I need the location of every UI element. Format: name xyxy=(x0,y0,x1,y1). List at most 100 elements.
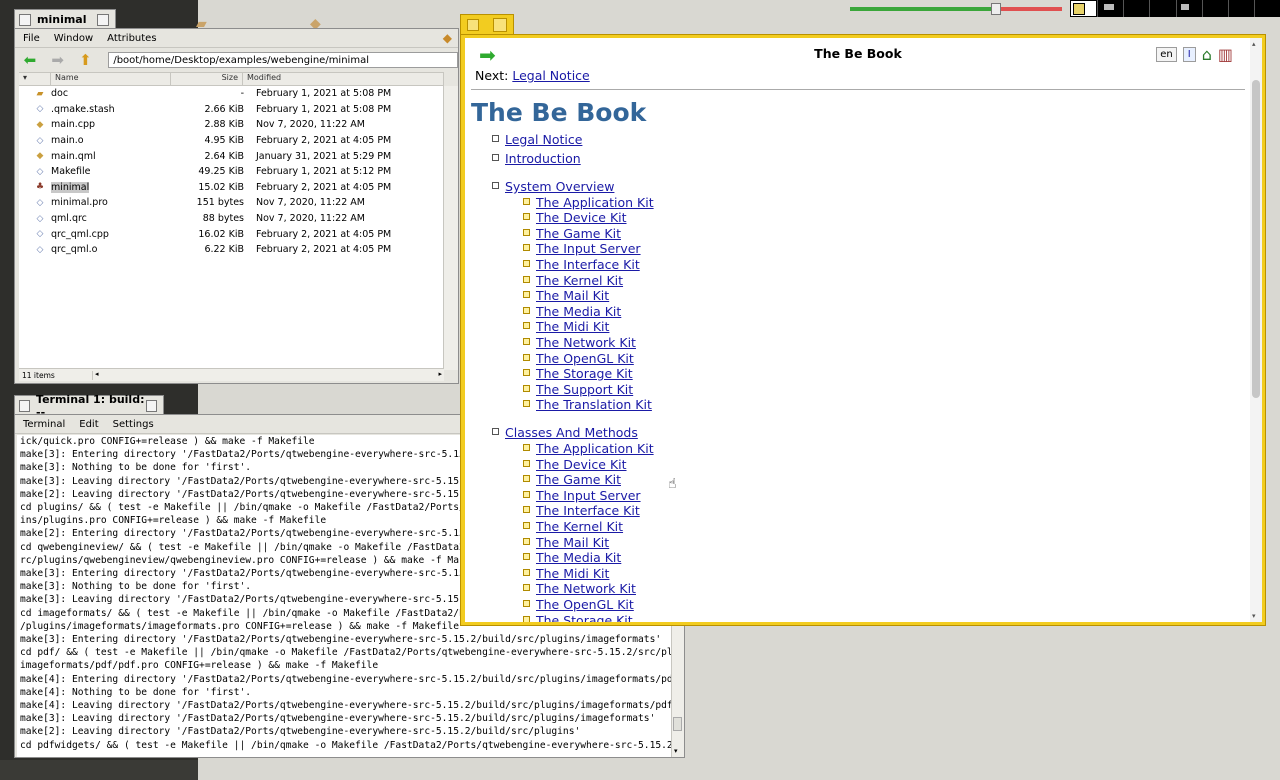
next-label: Next: xyxy=(475,68,509,83)
toc-link[interactable]: System Overview xyxy=(505,179,614,194)
toc-link[interactable]: The OpenGL Kit xyxy=(536,597,634,612)
file-row[interactable]: ♣ minimal 15.02 KiB February 2, 2021 at 4:0… xyxy=(19,180,444,196)
terminal-line: make[3]: Leaving directory '/FastData2/P… xyxy=(20,713,656,725)
toc-link[interactable]: The Application Kit xyxy=(536,441,654,456)
toc-link[interactable]: The Game Kit xyxy=(536,226,621,241)
workspace-switcher[interactable] xyxy=(1070,0,1280,17)
scroll-right-icon[interactable]: ▸ xyxy=(438,370,442,378)
toc-link[interactable]: Introduction xyxy=(505,151,581,166)
index-button[interactable]: I xyxy=(1182,47,1196,62)
column-sort-icon[interactable]: ▾ xyxy=(19,73,51,85)
close-icon[interactable] xyxy=(19,13,31,26)
books-icon[interactable]: ▥ xyxy=(1218,45,1233,64)
scrollbar-thumb[interactable] xyxy=(673,717,682,731)
language-button[interactable]: en xyxy=(1156,47,1177,62)
file-row[interactable]: ◇ qrc_qml.o 6.22 KiB February 2, 2021 at 4:… xyxy=(19,242,444,258)
toc-section: Legal Notice xyxy=(492,132,582,147)
toc-link[interactable]: The Input Server xyxy=(536,241,641,256)
source-file-icon: ◆ xyxy=(36,151,44,162)
file-row[interactable]: ◇ .qmake.stash 2.66 KiB February 1, 2021 at… xyxy=(19,102,444,118)
toc-link[interactable]: The Storage Kit xyxy=(536,366,633,381)
scroll-down-icon[interactable]: ▾ xyxy=(674,747,678,755)
file-name: qrc_qml.o xyxy=(51,244,98,256)
menu-terminal[interactable]: Terminal xyxy=(23,419,65,430)
file-row[interactable]: ◇ Makefile 49.25 KiB February 1, 2021 at 5:… xyxy=(19,164,444,180)
workspace-cell[interactable] xyxy=(1149,0,1176,17)
volume-slider[interactable] xyxy=(850,3,1062,15)
workspace-cell[interactable] xyxy=(1070,0,1098,17)
browser-window-tab[interactable] xyxy=(460,14,514,36)
scrollbar-thumb[interactable] xyxy=(1252,80,1260,398)
scroll-down-icon[interactable]: ▾ xyxy=(1252,612,1256,620)
volume-slider-knob[interactable] xyxy=(991,3,1002,15)
toc-link[interactable]: The Midi Kit xyxy=(536,566,609,581)
back-arrow-icon[interactable]: ⬅ xyxy=(21,51,39,69)
column-modified[interactable]: Modified xyxy=(243,73,444,85)
toc-link[interactable]: The Media Kit xyxy=(536,550,621,565)
workspace-cell[interactable] xyxy=(1175,0,1202,17)
bullet-icon xyxy=(523,490,530,498)
next-link[interactable]: Legal Notice xyxy=(512,68,589,83)
workspace-cell[interactable] xyxy=(1227,0,1254,17)
menu-settings[interactable]: Settings xyxy=(113,419,154,430)
toc-link[interactable]: The Interface Kit xyxy=(536,503,640,518)
tracker-menubar: File Window Attributes ◆ xyxy=(15,29,458,48)
file-row[interactable]: ◇ minimal.pro 151 bytes Nov 7, 2020, 11:22 … xyxy=(19,195,444,211)
forward-arrow-icon[interactable]: ➡ xyxy=(49,51,67,69)
toc-link[interactable]: The Interface Kit xyxy=(536,257,640,272)
zoom-icon[interactable] xyxy=(493,18,507,32)
column-size[interactable]: Size xyxy=(171,73,243,85)
file-row[interactable]: ◇ qrc_qml.cpp 16.02 KiB February 2, 2021 at… xyxy=(19,226,444,242)
toc-link[interactable]: The Device Kit xyxy=(536,457,627,472)
menu-file[interactable]: File xyxy=(23,33,40,44)
toc-link[interactable]: The Network Kit xyxy=(536,335,636,350)
toc-link[interactable]: The Game Kit xyxy=(536,472,621,487)
horizontal-scrollbar[interactable]: ◂ ▸ xyxy=(93,369,444,381)
toc-link[interactable]: The Application Kit xyxy=(536,195,654,210)
menu-window[interactable]: Window xyxy=(54,33,93,44)
toc-link[interactable]: The Input Server xyxy=(536,488,641,503)
toc-link[interactable]: The Device Kit xyxy=(536,210,627,225)
file-icon: ◇ xyxy=(36,135,44,146)
file-row[interactable]: ◆ main.cpp 2.88 KiB Nov 7, 2020, 11:22 AM xyxy=(19,117,444,133)
close-icon[interactable] xyxy=(467,19,479,31)
browser-scrollbar[interactable]: ▴ ▾ xyxy=(1250,38,1262,622)
file-row[interactable]: ◆ main.qml 2.64 KiB January 31, 2021 at 5:2… xyxy=(19,148,444,164)
workspace-cell[interactable] xyxy=(1123,0,1150,17)
toc-link[interactable]: The Support Kit xyxy=(536,382,633,397)
toc-link[interactable]: The Kernel Kit xyxy=(536,519,623,534)
scroll-left-icon[interactable]: ◂ xyxy=(95,370,99,378)
up-arrow-icon[interactable]: ⬆ xyxy=(77,51,95,69)
workspace-cell[interactable] xyxy=(1201,0,1228,17)
menu-edit[interactable]: Edit xyxy=(79,419,98,430)
home-icon[interactable]: ⌂ xyxy=(1202,45,1212,64)
file-modified: January 31, 2021 at 5:29 PM xyxy=(256,150,392,162)
toc-link[interactable]: The Kernel Kit xyxy=(536,273,623,288)
toc-link[interactable]: The Storage Kit xyxy=(536,613,633,622)
scroll-up-icon[interactable]: ▴ xyxy=(1252,40,1256,48)
toc-link[interactable]: The Network Kit xyxy=(536,581,636,596)
zoom-icon[interactable] xyxy=(145,399,157,412)
toc-link[interactable]: The Media Kit xyxy=(536,304,621,319)
toc-link[interactable]: The Mail Kit xyxy=(536,535,609,550)
tracker-app-icon[interactable]: ◆ xyxy=(443,31,452,45)
file-row[interactable]: ▰ doc - February 1, 2021 at 5:08 PM xyxy=(19,86,444,102)
workspace-cell[interactable] xyxy=(1097,0,1124,17)
file-row[interactable]: ◇ qml.qrc 88 bytes Nov 7, 2020, 11:22 AM xyxy=(19,211,444,227)
toc-link[interactable]: Legal Notice xyxy=(505,132,582,147)
tracker-window-tab[interactable]: minimal xyxy=(14,9,116,29)
column-name[interactable]: Name xyxy=(51,73,171,85)
toc-link[interactable]: The Midi Kit xyxy=(536,319,609,334)
toc-link[interactable]: Classes And Methods xyxy=(505,425,638,440)
toc-link[interactable]: The Translation Kit xyxy=(536,397,652,412)
close-icon[interactable] xyxy=(19,399,31,412)
file-row[interactable]: ◇ main.o 4.95 KiB February 2, 2021 at 4:05 … xyxy=(19,133,444,149)
zoom-icon[interactable] xyxy=(97,13,109,26)
toc-link[interactable]: The Mail Kit xyxy=(536,288,609,303)
menu-attributes[interactable]: Attributes xyxy=(107,33,156,44)
terminal-window-tab[interactable]: Terminal 1: build: -- xyxy=(14,393,164,419)
path-input[interactable]: /boot/home/Desktop/examples/webengine/mi… xyxy=(108,52,459,68)
file-list-scrollbar[interactable] xyxy=(443,86,458,370)
toc-link[interactable]: The OpenGL Kit xyxy=(536,351,634,366)
workspace-cell[interactable] xyxy=(1253,0,1280,17)
